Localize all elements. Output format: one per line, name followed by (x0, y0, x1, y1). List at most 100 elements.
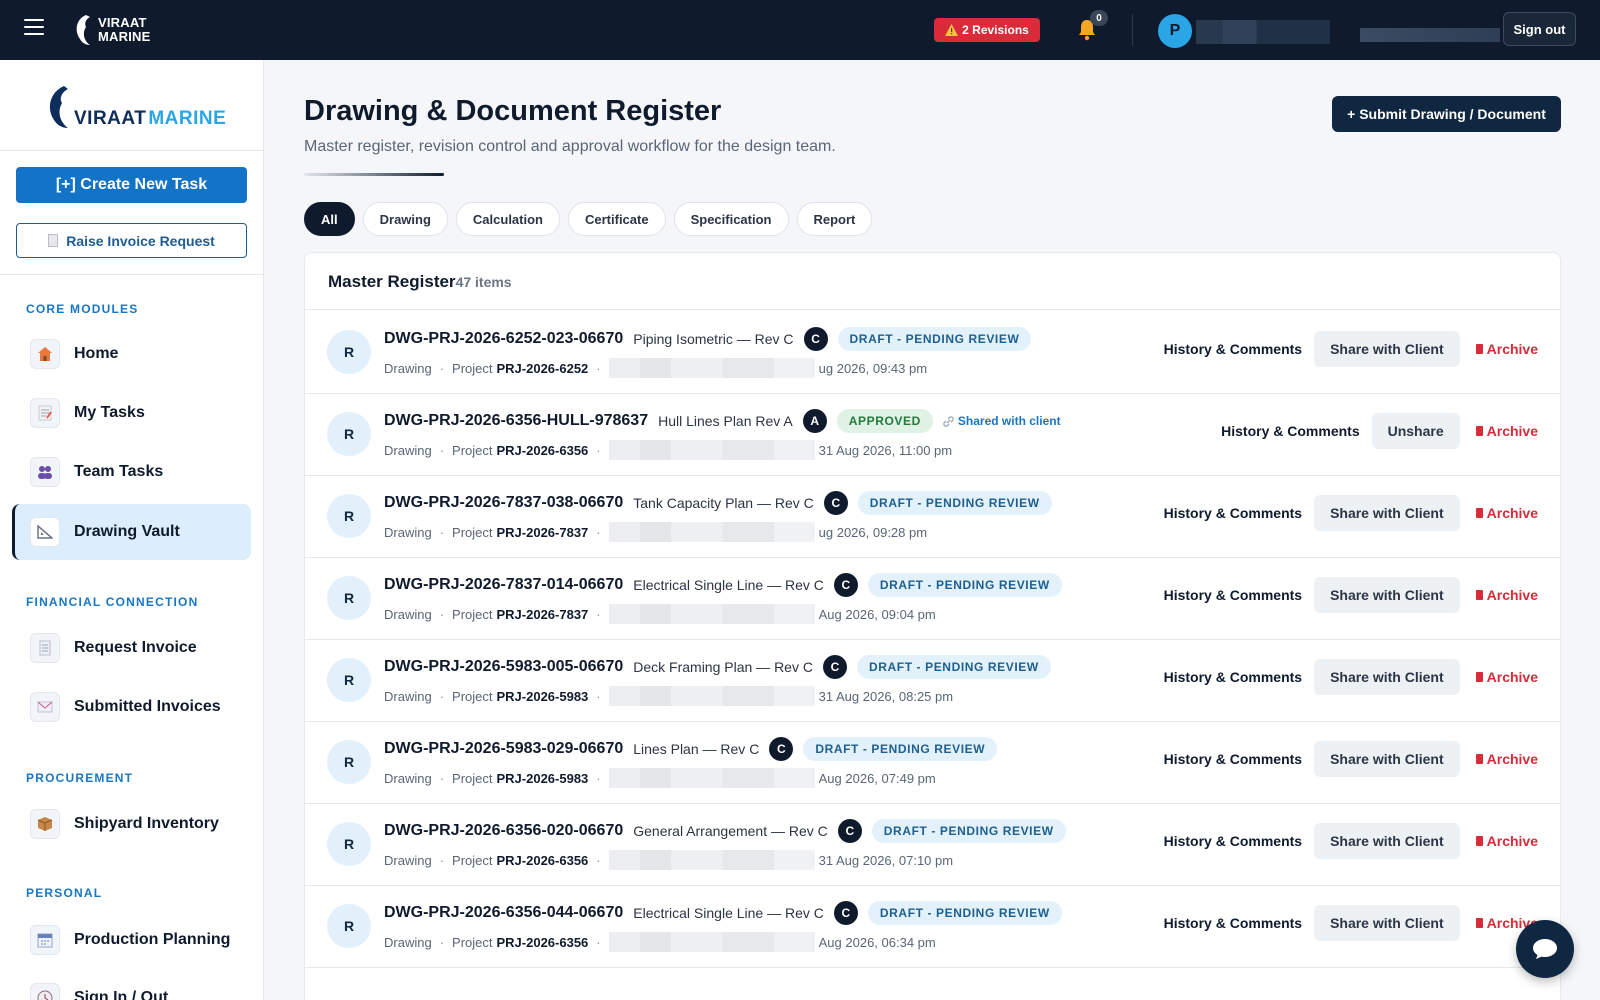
unshare-button[interactable]: Unshare (1371, 413, 1460, 449)
document-code[interactable]: DWG-PRJ-2026-6252-023-06670 (384, 330, 623, 348)
section-title-personal: PERSONAL (26, 886, 103, 900)
document-code[interactable]: DWG-PRJ-2026-6356-044-06670 (384, 904, 623, 922)
warning-icon (945, 24, 959, 36)
project-id[interactable]: PRJ-2026-6252 (497, 361, 589, 376)
share-with-client-button[interactable]: Share with Client (1314, 741, 1460, 777)
document-code[interactable]: DWG-PRJ-2026-5983-029-06670 (384, 740, 623, 758)
link-icon (943, 415, 954, 427)
triangle-ruler-icon (30, 517, 60, 547)
sidebar-logo[interactable]: VIRAAT MARINE (44, 80, 226, 130)
history-comments-link[interactable]: History & Comments (1164, 669, 1302, 685)
project-id[interactable]: PRJ-2026-6356 (497, 853, 589, 868)
share-with-client-button[interactable]: Share with Client (1314, 331, 1460, 367)
table-row[interactable]: R DWG-PRJ-2026-6356-020-06670 General Arra… (305, 802, 1560, 886)
share-with-client-button[interactable]: Share with Client (1314, 577, 1460, 613)
timestamp: ug 2026, 09:43 pm (818, 360, 928, 376)
history-comments-link[interactable]: History & Comments (1164, 833, 1302, 849)
table-row[interactable]: R DWG-PRJ-2026-6252-023-06670 Piping Isome… (305, 310, 1560, 394)
top-navbar: VIRAAT MARINE 2 Revisions 0 P Sign out (0, 0, 1600, 60)
sidebar-item-submitted-invoices[interactable]: Submitted Invoices (12, 679, 251, 735)
document-title: Hull Lines Plan Rev A (658, 413, 793, 429)
share-with-client-button[interactable]: Share with Client (1314, 659, 1460, 695)
project-id[interactable]: PRJ-2026-6356 (497, 443, 589, 458)
status-badge: DRAFT - PENDING REVIEW (867, 573, 1062, 597)
table-row[interactable]: R DWG-PRJ-2026-5983-005-06670 Deck Framing… (305, 638, 1560, 722)
trash-icon (1475, 672, 1483, 682)
filter-chip-specification[interactable]: Specification (673, 202, 789, 236)
table-row[interactable]: R DWG-PRJ-2026-5983-029-06670 Lines Plan —… (305, 720, 1560, 804)
archive-button[interactable]: Archive (1475, 833, 1538, 849)
trash-icon (1475, 918, 1483, 928)
sign-out-button[interactable]: Sign out (1503, 12, 1576, 46)
project-id[interactable]: PRJ-2026-7837 (497, 525, 589, 540)
submitter-redacted (608, 440, 815, 460)
revisions-alert-badge[interactable]: 2 Revisions (934, 18, 1040, 42)
row-avatar: R (327, 904, 371, 948)
document-code[interactable]: DWG-PRJ-2026-7837-014-06670 (384, 576, 623, 594)
archive-button[interactable]: Archive (1475, 669, 1538, 685)
share-with-client-button[interactable]: Share with Client (1314, 905, 1460, 941)
filter-chip-certificate[interactable]: Certificate (568, 202, 666, 236)
top-logo[interactable]: VIRAAT MARINE (72, 12, 150, 48)
raise-invoice-request-label: Raise Invoice Request (66, 232, 215, 249)
project-id[interactable]: PRJ-2026-5983 (497, 771, 589, 786)
history-comments-link[interactable]: History & Comments (1164, 751, 1302, 767)
archive-button[interactable]: Archive (1475, 341, 1538, 357)
sidebar-item-sign-in-out[interactable]: Sign In / Out (12, 970, 251, 1000)
user-avatar[interactable]: P (1158, 14, 1192, 48)
revision-badge: C (822, 655, 847, 679)
create-new-task-button[interactable]: [+] Create New Task (16, 167, 247, 203)
table-row[interactable]: R DWG-PRJ-2026-6356-044-06670 Electrical S… (305, 884, 1560, 968)
submitter-redacted (608, 358, 815, 378)
sidebar-item-shipyard-inventory[interactable]: Shipyard Inventory (12, 796, 251, 852)
menu-icon[interactable] (24, 19, 44, 39)
archive-label: Archive (1486, 833, 1538, 849)
share-with-client-button[interactable]: Share with Client (1314, 495, 1460, 531)
project-id[interactable]: PRJ-2026-7837 (497, 607, 589, 622)
table-row[interactable]: R DWG-PRJ-2026-6356-HULL-978637 Hull Lines… (305, 392, 1560, 476)
document-code[interactable]: DWG-PRJ-2026-6356-020-06670 (384, 822, 623, 840)
share-with-client-button[interactable]: Share with Client (1314, 823, 1460, 859)
trash-icon (1475, 836, 1483, 846)
archive-button[interactable]: Archive (1475, 587, 1538, 603)
sidebar-item-drawing-vault[interactable]: Drawing Vault (12, 504, 251, 560)
document-code[interactable]: DWG-PRJ-2026-7837-038-06670 (384, 494, 623, 512)
history-comments-link[interactable]: History & Comments (1221, 423, 1359, 439)
filter-chip-calculation[interactable]: Calculation (455, 202, 560, 236)
filter-chip-drawing[interactable]: Drawing (362, 202, 448, 236)
document-type: Drawing (384, 852, 432, 868)
submit-drawing-document-button[interactable]: + Submit Drawing / Document (1332, 96, 1561, 132)
filter-chip-report[interactable]: Report (796, 202, 873, 236)
raise-invoice-request-button[interactable]: Raise Invoice Request (16, 223, 247, 258)
project-label: Project (452, 852, 493, 868)
document-type: Drawing (384, 442, 432, 458)
project-label: Project (452, 606, 493, 622)
trash-icon (1475, 754, 1483, 764)
table-row[interactable]: R DWG-PRJ-2026-7837-038-06670 Tank Capacit… (305, 474, 1560, 558)
history-comments-link[interactable]: History & Comments (1164, 505, 1302, 521)
sidebar-item-label: Production Planning (74, 931, 231, 948)
revision-badge: C (833, 901, 858, 925)
history-comments-link[interactable]: History & Comments (1164, 587, 1302, 603)
sidebar-item-production-planning[interactable]: Production Planning (12, 912, 251, 968)
archive-button[interactable]: Archive (1475, 751, 1538, 767)
sidebar-item-my-tasks[interactable]: My Tasks (12, 385, 251, 441)
chat-button[interactable] (1516, 920, 1574, 978)
sidebar-item-team-tasks[interactable]: Team Tasks (12, 444, 251, 500)
history-comments-link[interactable]: History & Comments (1164, 915, 1302, 931)
history-comments-link[interactable]: History & Comments (1164, 341, 1302, 357)
document-code[interactable]: DWG-PRJ-2026-6356-HULL-978637 (384, 412, 648, 430)
archive-button[interactable]: Archive (1475, 505, 1538, 521)
document-title: Tank Capacity Plan — Rev C (633, 495, 814, 511)
sidebar-item-home[interactable]: Home (12, 326, 251, 382)
document-title: Piping Isometric — Rev C (633, 331, 794, 347)
sidebar-item-request-invoice[interactable]: Request Invoice (12, 620, 251, 676)
filter-chip-all[interactable]: All (304, 202, 355, 236)
document-code[interactable]: DWG-PRJ-2026-5983-005-06670 (384, 658, 623, 676)
archive-button[interactable]: Archive (1475, 423, 1538, 439)
status-badge: DRAFT - PENDING REVIEW (857, 491, 1052, 515)
project-id[interactable]: PRJ-2026-5983 (497, 689, 589, 704)
project-id[interactable]: PRJ-2026-6356 (497, 935, 589, 950)
table-row[interactable]: R DWG-PRJ-2026-7837-014-06670 Electrical S… (305, 556, 1560, 640)
project-label: Project (452, 688, 493, 704)
